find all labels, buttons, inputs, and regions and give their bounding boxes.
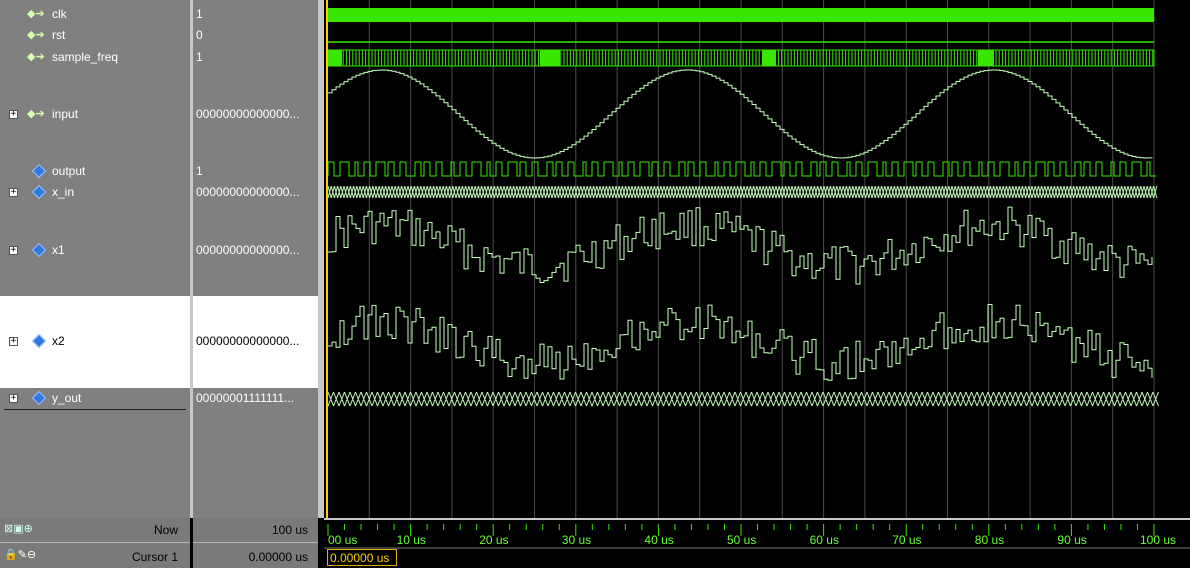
trace-clk (328, 8, 1154, 22)
timeline-tick-label: 70 us (892, 533, 922, 547)
timeline-tick-label: 10 us (396, 533, 426, 547)
signal-row-clk[interactable]: ◆➔ clk (0, 6, 190, 22)
signal-traces (327, 8, 1159, 407)
waveform-canvas[interactable] (324, 0, 1190, 518)
signal-name: x_in (52, 185, 75, 199)
signal-name: x2 (52, 334, 65, 348)
timeline-tick-label: 60 us (809, 533, 839, 547)
now-label: Now (153, 523, 178, 537)
signal-row-sample-freq[interactable]: ◆➔ sample_freq (0, 49, 190, 65)
time-grid (368, 0, 1155, 518)
signal-value: 00000001111111... (196, 391, 295, 405)
signal-row-y-out[interactable]: + y_out (0, 390, 190, 410)
row-underline (4, 409, 186, 410)
zoom-tools-icon[interactable]: ⊠▣⊕ (4, 522, 33, 535)
signal-value: 0 (196, 28, 203, 42)
trace-y-out (327, 391, 1159, 407)
signal-name-panel: ◆➔ clk ◆➔ rst ◆➔ sample_freq + ◆➔ input … (0, 0, 190, 518)
diamond-icon (31, 242, 47, 258)
input-arrow-icon: ◆➔ (27, 51, 45, 63)
timeline-tick-label: 50 us (727, 533, 757, 547)
sample-freq-block (978, 50, 994, 66)
signal-value: 00000000000000... (196, 185, 300, 199)
value-row: 00000000000000... (193, 184, 318, 200)
input-arrow-icon: ◆➔ (27, 8, 45, 20)
signal-value: 1 (196, 7, 203, 21)
expand-icon[interactable]: + (9, 110, 18, 119)
signal-value-panel: 1 0 1 00000000000000... 1 00000000000000… (193, 0, 318, 518)
value-row-selected: 00000000000000... (193, 296, 318, 388)
sample-freq-block (328, 50, 342, 66)
signal-row-x2[interactable]: + x2 (0, 296, 190, 388)
signal-name: y_out (52, 391, 82, 405)
diamond-icon (31, 333, 47, 349)
cursor-marker-label[interactable]: 0.00000 us (327, 549, 397, 566)
expand-icon[interactable]: + (9, 246, 18, 255)
value-row: 00000001111111... (193, 390, 318, 410)
signal-value: 00000000000000... (196, 107, 300, 121)
cursor-tools-icon[interactable]: 🔒✎⊖ (4, 548, 36, 561)
value-row: 1 (193, 6, 318, 22)
diamond-icon (31, 390, 47, 406)
divider (0, 542, 190, 543)
cursor-label: Cursor 1 (131, 550, 178, 564)
value-row: 0 (193, 27, 318, 43)
signal-row-x-in[interactable]: + x_in (0, 184, 190, 200)
status-names-panel: ⊠▣⊕ 🔒✎⊖ Now Cursor 1 (0, 518, 190, 568)
diamond-icon (31, 184, 47, 200)
signal-name: x1 (52, 243, 65, 257)
cursor-value: 0.00000 us (248, 550, 308, 564)
signal-name: sample_freq (52, 50, 119, 64)
output-diamond-icon (31, 163, 47, 179)
signal-row-input[interactable]: + ◆➔ input (0, 106, 190, 122)
signal-value: 1 (196, 50, 203, 64)
signal-name: input (52, 107, 79, 121)
expand-icon[interactable]: + (9, 188, 18, 197)
signal-value: 00000000000000... (196, 334, 300, 348)
signal-row-output[interactable]: output (0, 163, 190, 179)
timeline-tick-label: 00 us (328, 533, 358, 547)
now-value: 100 us (271, 523, 308, 537)
value-row: 1 (193, 49, 318, 65)
timeline-tick-label: 20 us (479, 533, 509, 547)
timeline-tick-label: 80 us (974, 533, 1005, 547)
signal-value: 1 (196, 164, 203, 178)
value-row: 1 (193, 163, 318, 179)
signal-name: clk (52, 7, 67, 21)
expand-icon[interactable]: + (9, 337, 18, 346)
timeline-tick-label: 30 us (561, 533, 592, 547)
sample-freq-block (540, 50, 560, 66)
signal-row-rst[interactable]: ◆➔ rst (0, 27, 190, 43)
trace-sample-freq-pulses (339, 50, 1154, 66)
timeline-tick-label: 100 us (1140, 533, 1177, 547)
timeline-tick-label: 90 us (1057, 533, 1087, 547)
value-row: 00000000000000... (193, 106, 318, 122)
signal-name: rst (52, 28, 66, 42)
signal-row-x1[interactable]: + x1 (0, 242, 190, 258)
divider (193, 542, 318, 543)
signal-value: 00000000000000... (196, 243, 300, 257)
input-arrow-icon: ◆➔ (27, 29, 45, 41)
input-arrow-icon: ◆➔ (27, 108, 45, 120)
expand-icon[interactable]: + (9, 394, 18, 403)
sample-freq-block (762, 50, 776, 66)
status-values-panel: 100 us 0.00000 us (193, 518, 318, 568)
timeline-tick-label: 40 us (644, 533, 674, 547)
signal-name: output (52, 164, 86, 178)
value-row: 00000000000000... (193, 242, 318, 258)
